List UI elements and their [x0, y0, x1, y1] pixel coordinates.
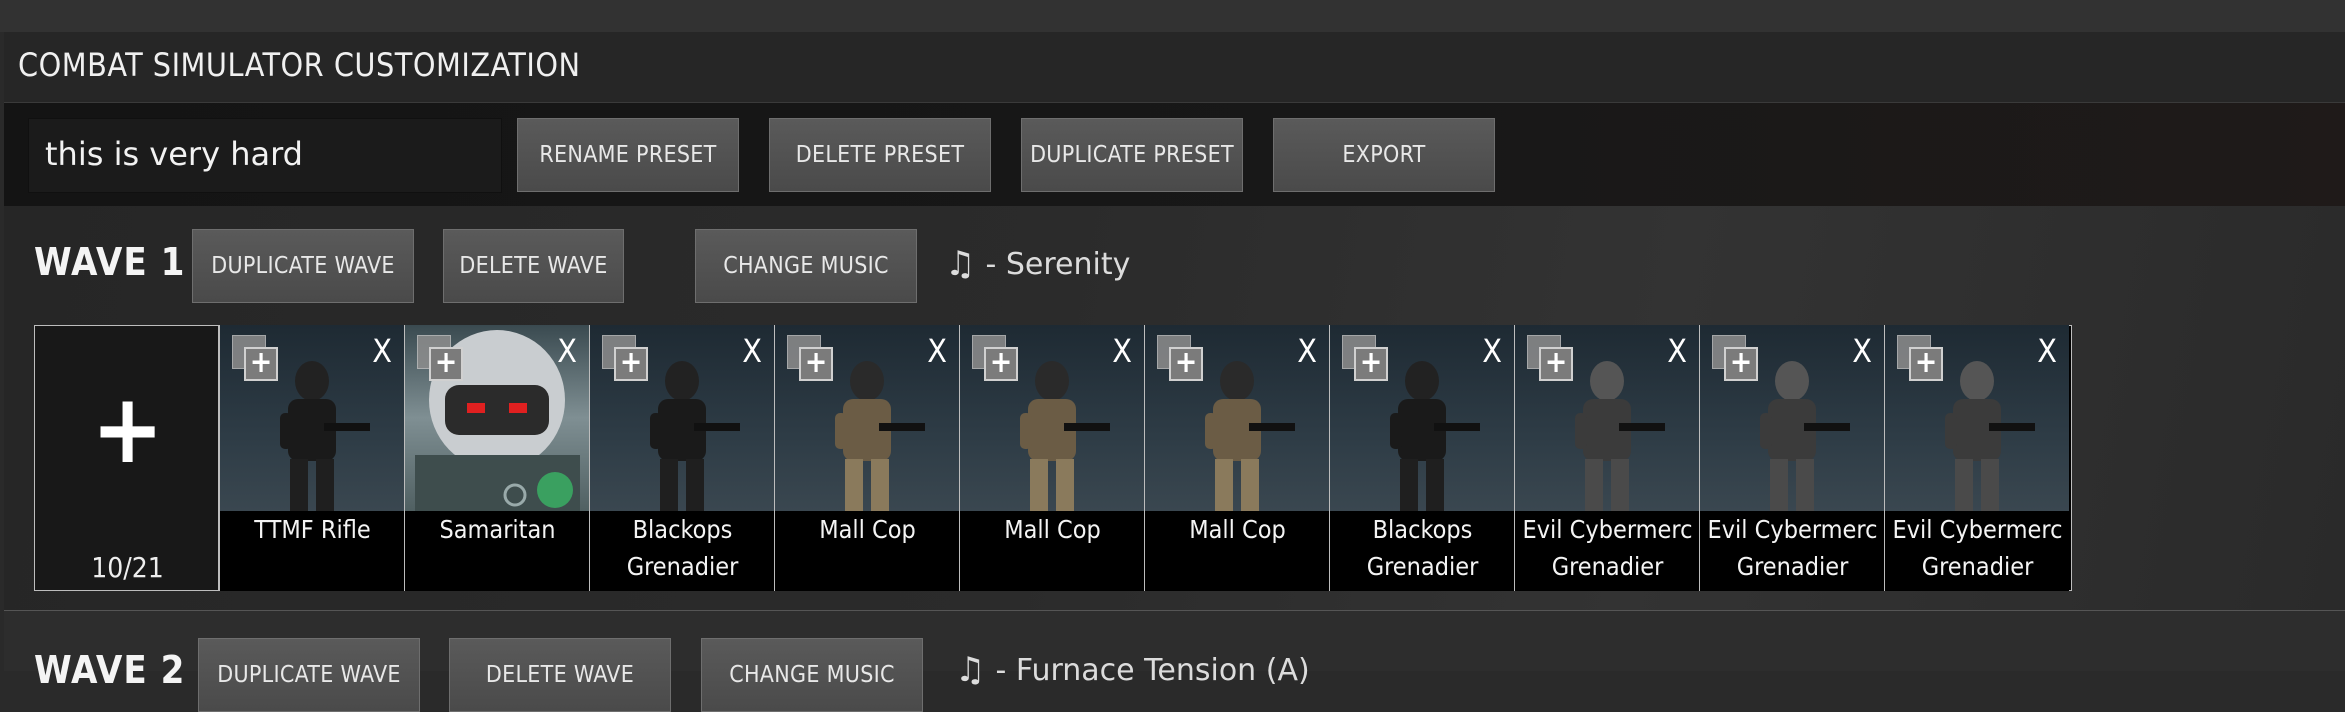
enemy-name: Blackops Grenadier [1330, 511, 1514, 591]
enemy-name: Samaritan [405, 511, 589, 591]
duplicate-plus-icon: + [244, 347, 278, 381]
remove-enemy-icon[interactable]: X [1852, 335, 1872, 367]
duplicate-plus-icon: + [1169, 347, 1203, 381]
music-note-icon: ♫ [945, 244, 976, 284]
duplicate-enemy-icon[interactable]: + [232, 335, 280, 381]
duplicate-enemy-icon[interactable]: + [1342, 335, 1390, 381]
enemy-name: TTMF Rifle [220, 511, 404, 591]
enemy-card[interactable]: + X TTMF Rifle [219, 325, 404, 591]
music-note-icon: ♫ [955, 650, 986, 690]
wave-2-label: WAVE 2 [34, 648, 186, 692]
enemy-card[interactable]: + X Blackops Grenadier [1329, 325, 1514, 591]
change-music-button[interactable]: CHANGE MUSIC [695, 229, 917, 303]
duplicate-plus-icon: + [614, 347, 648, 381]
enemy-card[interactable]: + X Evil Cybermerc Grenadier [1699, 325, 1884, 591]
enemy-name-line-1: Blackops [632, 515, 733, 544]
enemy-card[interactable]: + X Blackops Grenadier [589, 325, 774, 591]
enemy-card[interactable]: + X Mall Cop [774, 325, 959, 591]
wave-2-duplicate-wave-button[interactable]: DUPLICATE WAVE [198, 638, 420, 712]
enemy-name-line-2: Grenadier [626, 552, 739, 581]
enemy-name-line-1: Evil Cybermerc [1522, 515, 1693, 544]
delete-wave-button[interactable]: DELETE WAVE [443, 229, 624, 303]
duplicate-preset-button[interactable]: DUPLICATE PRESET [1021, 118, 1243, 192]
duplicate-enemy-icon[interactable]: + [1897, 335, 1945, 381]
duplicate-plus-icon: + [799, 347, 833, 381]
enemy-card[interactable]: + X Mall Cop [1144, 325, 1329, 591]
remove-enemy-icon[interactable]: X [927, 335, 947, 367]
enemy-name-line-2: Grenadier [1921, 552, 2034, 581]
enemy-name-line-1: Mall Cop [1004, 515, 1101, 544]
enemy-card[interactable]: + X Evil Cybermerc Grenadier [1514, 325, 1699, 591]
enemy-name: Mall Cop [960, 511, 1144, 591]
enemy-name-line-1: Evil Cybermerc [1707, 515, 1878, 544]
enemy-name: Evil Cybermerc Grenadier [1885, 511, 2069, 591]
duplicate-enemy-icon[interactable]: + [787, 335, 835, 381]
enemy-card[interactable]: + X Evil Cybermerc Grenadier [1884, 325, 2069, 591]
enemy-name-line-1: Blackops [1372, 515, 1473, 544]
enemy-name-line-2: Grenadier [1736, 552, 1849, 581]
wave-2-music: ♫ - Furnace Tension (A) [955, 650, 1310, 690]
wave-2-delete-wave-button[interactable]: DELETE WAVE [449, 638, 671, 712]
enemy-name: Evil Cybermerc Grenadier [1515, 511, 1699, 591]
enemy-name: Mall Cop [775, 511, 959, 591]
enemy-name-line-2: Grenadier [1551, 552, 1664, 581]
wave-1-music: ♫ - Serenity [945, 244, 1130, 284]
duplicate-plus-icon: + [1909, 347, 1943, 381]
music-track-name: - Furnace Tension (A) [995, 652, 1310, 688]
remove-enemy-icon[interactable]: X [372, 335, 392, 367]
duplicate-enemy-icon[interactable]: + [1527, 335, 1575, 381]
enemy-name-line-2: Grenadier [1366, 552, 1479, 581]
enemy-card[interactable]: + X Mall Cop [959, 325, 1144, 591]
top-strip [0, 0, 2345, 32]
enemy-card[interactable]: + X Samaritan [404, 325, 589, 591]
rename-preset-button[interactable]: RENAME PRESET [517, 118, 739, 192]
remove-enemy-icon[interactable]: X [742, 335, 762, 367]
remove-enemy-icon[interactable]: X [1667, 335, 1687, 367]
duplicate-wave-button[interactable]: DUPLICATE WAVE [192, 229, 414, 303]
enemy-name: Evil Cybermerc Grenadier [1700, 511, 1884, 591]
enemy-name-line-1: Evil Cybermerc [1892, 515, 2063, 544]
wave-2-change-music-button[interactable]: CHANGE MUSIC [701, 638, 923, 712]
page-title: COMBAT SIMULATOR CUSTOMIZATION [18, 46, 581, 84]
duplicate-enemy-icon[interactable]: + [1712, 335, 1760, 381]
duplicate-enemy-icon[interactable]: + [1157, 335, 1205, 381]
enemy-name-line-1: Mall Cop [1189, 515, 1286, 544]
wave-1-label: WAVE 1 [34, 240, 186, 284]
enemy-name-line-1: Mall Cop [819, 515, 916, 544]
duplicate-plus-icon: + [1539, 347, 1573, 381]
add-enemy-button[interactable]: + 10/21 [34, 325, 219, 591]
duplicate-plus-icon: + [1724, 347, 1758, 381]
enemy-count: 10/21 [91, 551, 164, 584]
export-button[interactable]: EXPORT [1273, 118, 1495, 192]
duplicate-plus-icon: + [984, 347, 1018, 381]
preset-name-input[interactable]: this is very hard [28, 118, 502, 193]
delete-preset-button[interactable]: DELETE PRESET [769, 118, 991, 192]
duplicate-plus-icon: + [1354, 347, 1388, 381]
remove-enemy-icon[interactable]: X [1112, 335, 1132, 367]
remove-enemy-icon[interactable]: X [1297, 335, 1317, 367]
enemy-name-line-1: Samaritan [439, 515, 556, 544]
remove-enemy-icon[interactable]: X [557, 335, 577, 367]
enemy-name: Blackops Grenadier [590, 511, 774, 591]
duplicate-enemy-icon[interactable]: + [602, 335, 650, 381]
music-track-name: - Serenity [985, 246, 1131, 282]
enemy-name: Mall Cop [1145, 511, 1329, 591]
enemy-name-line-1: TTMF Rifle [254, 515, 371, 544]
duplicate-plus-icon: + [429, 347, 463, 381]
duplicate-enemy-icon[interactable]: + [972, 335, 1020, 381]
remove-enemy-icon[interactable]: X [2037, 335, 2057, 367]
plus-icon: + [91, 373, 164, 485]
duplicate-enemy-icon[interactable]: + [417, 335, 465, 381]
remove-enemy-icon[interactable]: X [1482, 335, 1502, 367]
